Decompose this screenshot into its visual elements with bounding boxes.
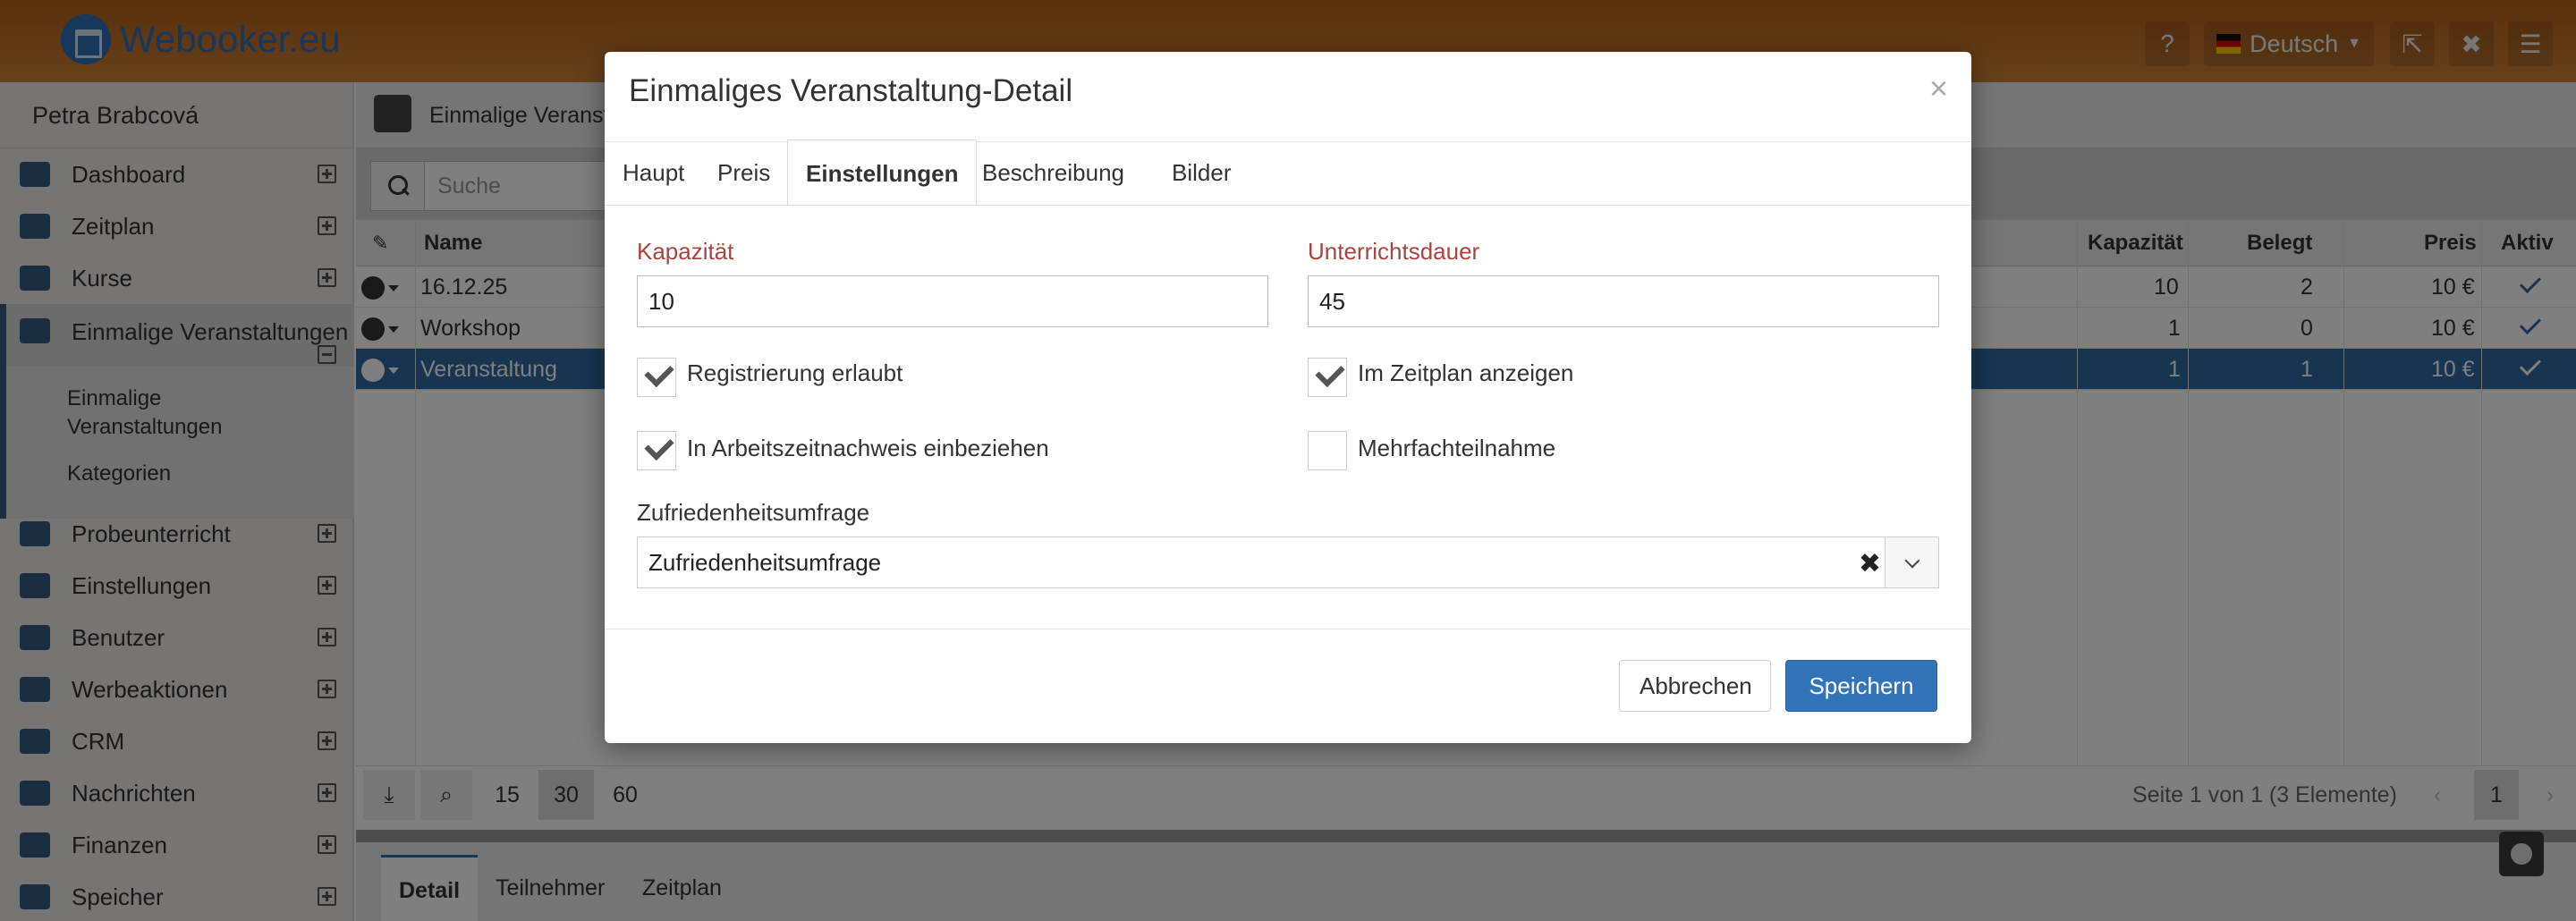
registrierung-checkbox[interactable] bbox=[637, 358, 676, 397]
umfrage-value: Zufriedenheitsumfrage bbox=[648, 549, 882, 576]
umfrage-label: Zufriedenheitsumfrage bbox=[637, 499, 870, 526]
kapazitaet-field[interactable]: 10 bbox=[637, 275, 1268, 327]
dialog-title: Einmaliges Veranstaltung-Detail bbox=[629, 73, 1073, 108]
mehrfachteilnahme-checkbox[interactable] bbox=[1308, 431, 1347, 470]
chevron-down-icon[interactable] bbox=[1885, 537, 1938, 587]
kapazitaet-label: Kapazität bbox=[637, 238, 734, 265]
zeitplan-label: Im Zeitplan anzeigen bbox=[1358, 359, 1574, 386]
tab-bilder[interactable]: Bilder bbox=[1154, 141, 1249, 204]
umfrage-select[interactable]: Zufriedenheitsumfrage ✖ bbox=[637, 537, 1939, 588]
zeitplan-checkbox[interactable] bbox=[1308, 358, 1347, 397]
registrierung-label: Registrierung erlaubt bbox=[687, 359, 903, 386]
tab-beschreibung[interactable]: Beschreibung bbox=[964, 141, 1142, 204]
unterrichtsdauer-field[interactable]: 45 bbox=[1308, 275, 1939, 327]
arbeitszeit-checkbox[interactable] bbox=[637, 431, 676, 470]
tab-divider bbox=[605, 205, 1971, 206]
arbeitszeit-label: In Arbeitszeitnachweis einbeziehen bbox=[687, 435, 1049, 461]
tab-einstellungen[interactable]: Einstellungen bbox=[787, 139, 978, 206]
unterrichtsdauer-label: Unterrichtsdauer bbox=[1308, 238, 1480, 265]
mehrfachteilnahme-label: Mehrfachteilnahme bbox=[1358, 435, 1556, 461]
tab-haupt[interactable]: Haupt bbox=[605, 141, 702, 204]
close-icon[interactable]: × bbox=[1929, 70, 1948, 107]
event-detail-dialog: Einmaliges Veranstaltung-Detail × Haupt … bbox=[605, 52, 1971, 743]
save-button[interactable]: Speichern bbox=[1785, 660, 1937, 712]
clear-icon[interactable]: ✖ bbox=[1859, 548, 1881, 579]
tab-preis[interactable]: Preis bbox=[699, 141, 788, 204]
cancel-button[interactable]: Abbrechen bbox=[1619, 660, 1771, 712]
